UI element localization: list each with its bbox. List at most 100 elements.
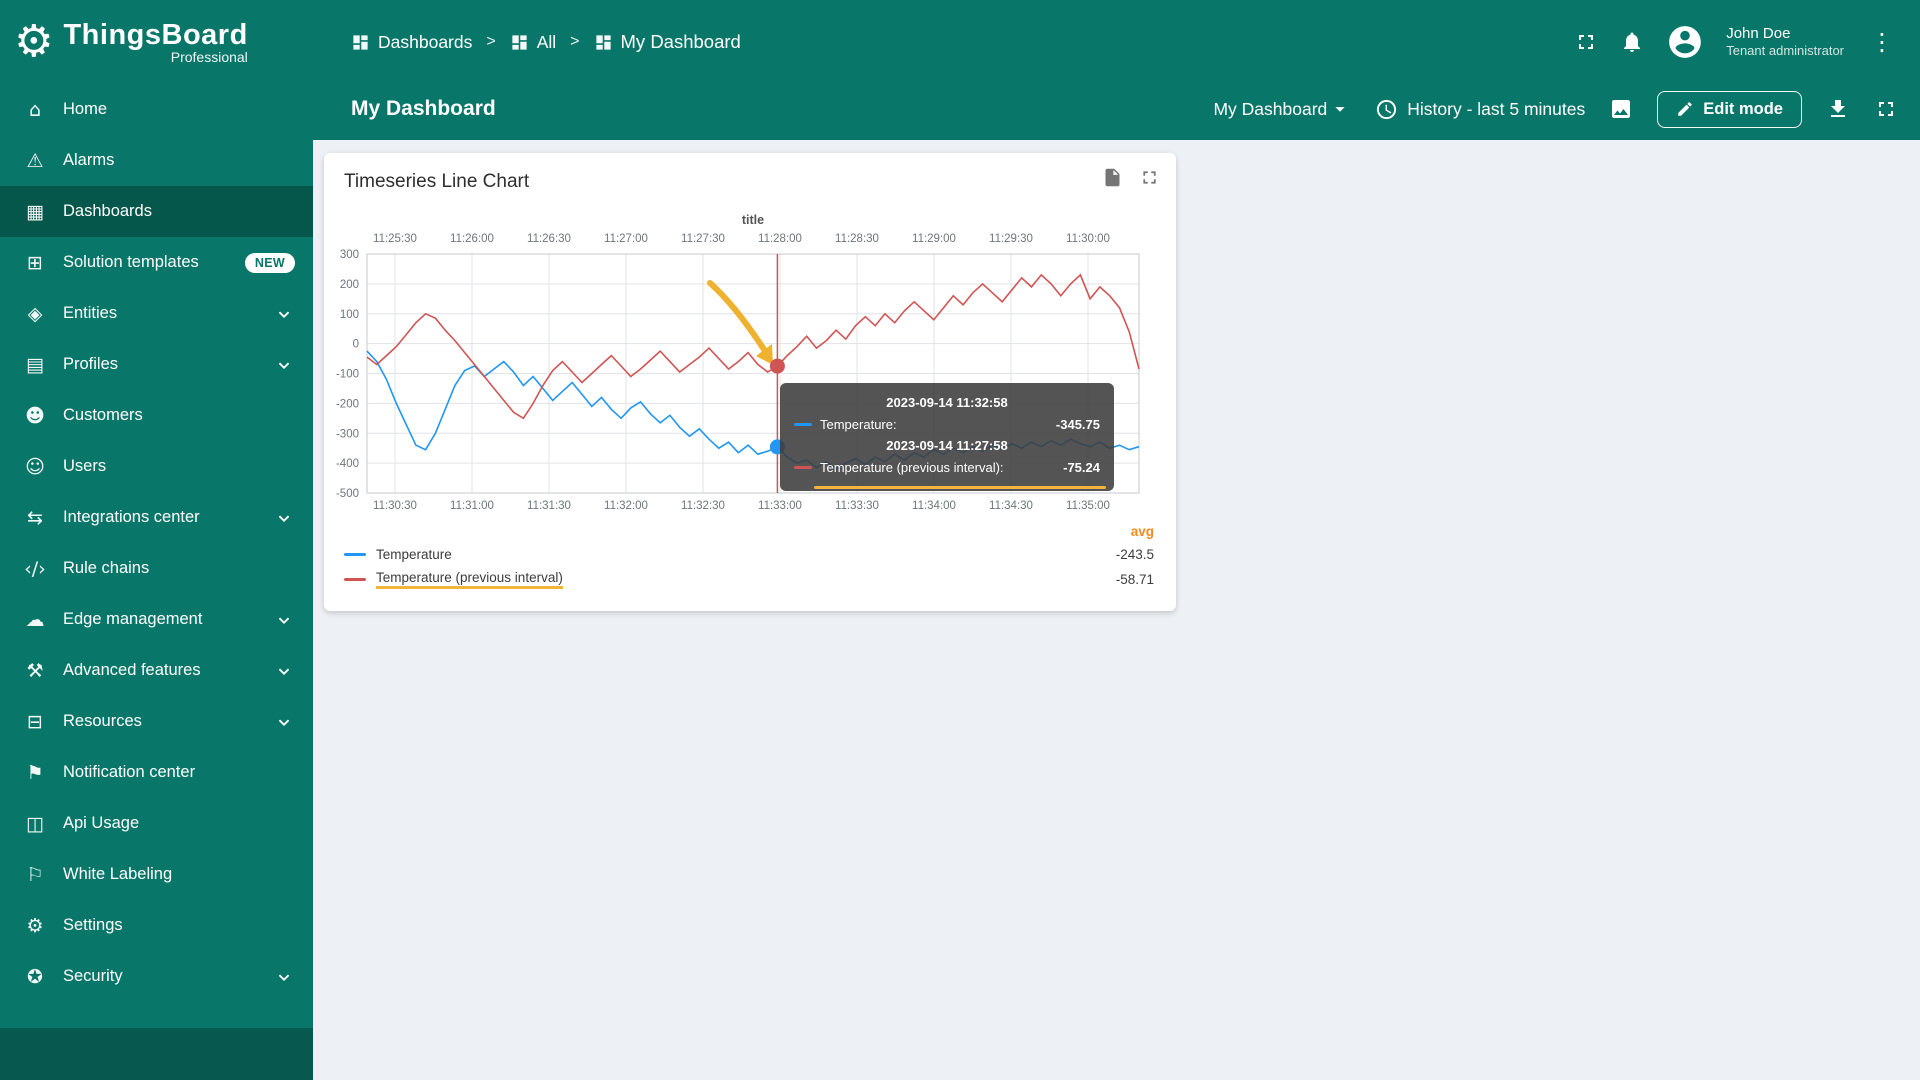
more-vert-icon[interactable]: ⋮ <box>1866 28 1898 56</box>
svg-text:200: 200 <box>340 279 359 291</box>
timeseries-widget: Timeseries Line Chart 3002001000-100-200… <box>324 153 1176 611</box>
legend-avg-value: -58.71 <box>1116 572 1154 587</box>
svg-text:11:26:30: 11:26:30 <box>527 233 571 245</box>
chart-tooltip: 2023-09-14 11:32:58 Temperature: -345.75… <box>780 383 1114 491</box>
series-swatch-temperature-previous <box>794 466 812 469</box>
clock-icon <box>1375 98 1398 121</box>
sidebar-item-notification-center[interactable]: ⚑Notification center <box>0 747 313 798</box>
user-info: John Doe Tenant administrator <box>1726 25 1844 60</box>
svg-text:-500: -500 <box>336 488 359 500</box>
chevron-down-icon <box>273 660 295 682</box>
svg-text:300: 300 <box>340 249 359 261</box>
dashboard-image-button[interactable] <box>1609 97 1633 121</box>
sidebar-item-label: Rule chains <box>63 559 149 578</box>
svg-text:11:35:00: 11:35:00 <box>1066 500 1110 512</box>
widget-actions <box>1102 167 1160 188</box>
sidebar-item-label: Entities <box>63 304 117 323</box>
breadcrumb-label: My Dashboard <box>621 31 741 53</box>
svg-text:11:28:30: 11:28:30 <box>835 233 879 245</box>
sidebar-item-label: Profiles <box>63 355 118 374</box>
breadcrumb-dashboards[interactable]: Dashboards <box>351 32 472 53</box>
fullscreen-icon <box>1874 97 1898 121</box>
profiles-icon: ▤ <box>22 354 48 376</box>
time-window-button[interactable]: History - last 5 minutes <box>1375 98 1585 121</box>
svg-text:-200: -200 <box>336 398 359 410</box>
sidebar-item-users[interactable]: ☺Users <box>0 441 313 492</box>
sidebar: ⚙ ThingsBoard Professional ⌂Home⚠Alarms▦… <box>0 0 313 1080</box>
edge-management-icon: ☁ <box>22 609 48 631</box>
download-button[interactable] <box>1826 97 1850 121</box>
notifications-button[interactable] <box>1620 30 1644 54</box>
user-name: John Doe <box>1726 25 1844 44</box>
sidebar-item-label: Security <box>63 967 123 986</box>
sidebar-item-customers[interactable]: ☻Customers <box>0 390 313 441</box>
thingsboard-logo-gear-icon: ⚙ <box>14 20 53 64</box>
svg-text:11:32:00: 11:32:00 <box>604 500 648 512</box>
sidebar-item-security[interactable]: ✪Security <box>0 951 313 1002</box>
sidebar-item-label: Edge management <box>63 610 202 629</box>
tooltip-timestamp: 2023-09-14 11:27:58 <box>794 436 1100 456</box>
sidebar-item-resources[interactable]: ⊟Resources <box>0 696 313 747</box>
time-window-label: History - last 5 minutes <box>1407 99 1585 120</box>
api-usage-chart-icon: ◫ <box>22 813 48 835</box>
sidebar-item-solution-templates[interactable]: ⊞Solution templatesNEW <box>0 237 313 288</box>
fullscreen-button[interactable] <box>1574 30 1598 54</box>
export-file-icon[interactable] <box>1102 167 1123 188</box>
svg-text:11:31:00: 11:31:00 <box>450 500 494 512</box>
svg-text:11:34:30: 11:34:30 <box>989 500 1033 512</box>
alarm-warning-icon: ⚠ <box>22 150 48 172</box>
edit-mode-button[interactable]: Edit mode <box>1657 91 1802 128</box>
widget-fullscreen-icon[interactable] <box>1139 167 1160 188</box>
sidebar-item-integrations-center[interactable]: ⇆Integrations center <box>0 492 313 543</box>
breadcrumb: Dashboards > All > My Dashboard <box>351 31 741 53</box>
tooltip-timestamp: 2023-09-14 11:32:58 <box>794 393 1100 413</box>
chevron-down-icon <box>273 609 295 631</box>
dashboard-grid-icon <box>510 33 529 52</box>
dashboard-select-value: My Dashboard <box>1213 99 1327 120</box>
header-actions: John Doe Tenant administrator ⋮ <box>1574 23 1898 61</box>
svg-text:11:34:00: 11:34:00 <box>912 500 956 512</box>
svg-text:11:30:30: 11:30:30 <box>373 500 417 512</box>
sidebar-nav: ⌂Home⚠Alarms ▦ Dashboards ⊞Solution templat… <box>0 84 313 1028</box>
download-icon <box>1826 97 1850 121</box>
user-avatar[interactable] <box>1666 23 1704 61</box>
sidebar-item-home[interactable]: ⌂Home <box>0 84 313 135</box>
legend-item-temperature-previous[interactable]: Temperature (previous interval) -58.71 <box>344 567 1154 592</box>
users-person-icon: ☺ <box>22 456 48 478</box>
sidebar-item-label: Integrations center <box>63 508 200 527</box>
breadcrumb-my-dashboard[interactable]: My Dashboard <box>594 31 741 53</box>
breadcrumb-all[interactable]: All <box>510 32 556 53</box>
sidebar-item-profiles[interactable]: ▤ Profiles <box>0 339 313 390</box>
sidebar-item-rule-chains[interactable]: ‹/›Rule chains <box>0 543 313 594</box>
chevron-down-icon <box>273 507 295 529</box>
dashboards-grid-icon: ▦ <box>22 201 48 223</box>
tooltip-row: Temperature (previous interval): -75.24 <box>794 456 1100 479</box>
sidebar-item-label: Home <box>63 100 107 119</box>
entities-icon: ◈ <box>22 303 48 325</box>
svg-text:11:27:30: 11:27:30 <box>681 233 725 245</box>
white-labeling-icon: ⚐ <box>22 864 48 886</box>
legend-item-temperature[interactable]: Temperature -243.5 <box>344 542 1154 567</box>
dashboard-select[interactable]: My Dashboard <box>1213 98 1351 120</box>
legend-label: Temperature <box>376 547 452 562</box>
toolbar-fullscreen-button[interactable] <box>1874 97 1898 121</box>
new-badge: NEW <box>245 253 295 273</box>
thingsboard-logo[interactable]: ⚙ ThingsBoard Professional <box>0 0 313 84</box>
sidebar-item-api-usage[interactable]: ◫Api Usage <box>0 798 313 849</box>
sidebar-item-alarms[interactable]: ⚠Alarms <box>0 135 313 186</box>
sidebar-item-white-labeling[interactable]: ⚐White Labeling <box>0 849 313 900</box>
sidebar-item-dashboards[interactable]: ▦ Dashboards <box>0 186 313 237</box>
sidebar-item-advanced-features[interactable]: ⚒Advanced features <box>0 645 313 696</box>
svg-text:11:30:00: 11:30:00 <box>1066 233 1110 245</box>
svg-text:100: 100 <box>340 309 359 321</box>
sidebar-item-edge-management[interactable]: ☁ Edge management <box>0 594 313 645</box>
sidebar-item-label: Dashboards <box>63 202 152 221</box>
sidebar-item-settings[interactable]: ⚙Settings <box>0 900 313 951</box>
sidebar-item-label: Customers <box>63 406 143 425</box>
chevron-down-icon <box>273 354 295 376</box>
svg-text:title: title <box>742 213 764 227</box>
sidebar-footer <box>0 1028 313 1080</box>
advanced-features-tools-icon: ⚒ <box>22 660 48 682</box>
sidebar-item-entities[interactable]: ◈ Entities <box>0 288 313 339</box>
notification-flag-icon: ⚑ <box>22 762 48 784</box>
